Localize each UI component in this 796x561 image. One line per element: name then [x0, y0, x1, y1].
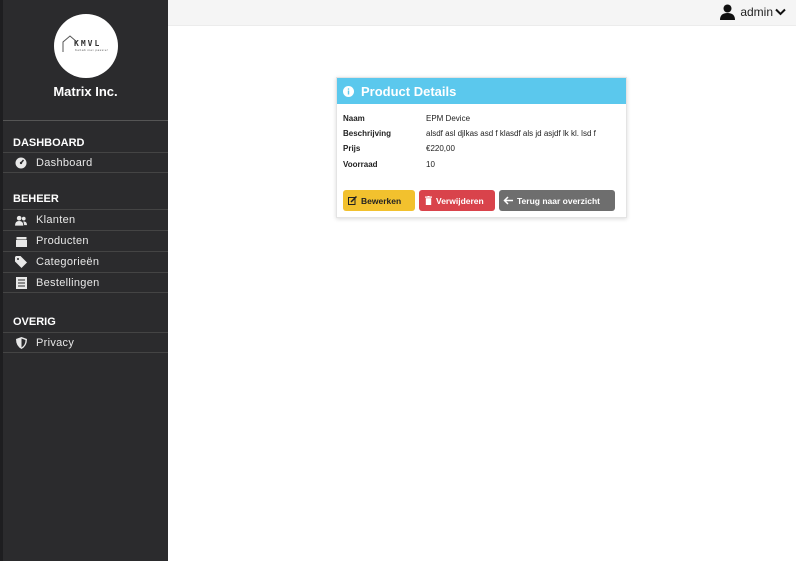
edit-icon: [348, 196, 357, 205]
detail-label: Voorraad: [343, 160, 378, 169]
edit-button-label: Bewerken: [361, 195, 402, 206]
user-menu[interactable]: admin: [720, 4, 786, 20]
back-button-label: Terug naar overzicht: [517, 195, 600, 206]
card-header: Product Details: [337, 78, 626, 104]
sidebar-item-dashboard[interactable]: Dashboard: [3, 152, 168, 173]
users-icon: [15, 214, 27, 226]
detail-label: Naam: [343, 114, 365, 123]
sidebar-item-categorieen[interactable]: Categorieën: [3, 251, 168, 272]
sidebar-item-label: Klanten: [36, 214, 76, 226]
chevron-down-icon: [775, 8, 786, 16]
detail-label: Beschrijving: [343, 129, 392, 138]
edit-button[interactable]: Bewerken: [343, 190, 415, 211]
sidebar-item-producten[interactable]: Producten: [3, 230, 168, 251]
section-title-dashboard: DASHBOARD: [13, 137, 85, 149]
sidebar: KMVL Kebab met passie! Matrix Inc. DASHB…: [0, 0, 168, 561]
delete-button-label: Verwijderen: [436, 195, 484, 206]
username: admin: [740, 5, 773, 19]
logo-subtext: Kebab met passie!: [75, 48, 109, 52]
divider: [3, 120, 168, 121]
detail-value: EPM Device: [426, 114, 471, 123]
trash-icon: [425, 196, 432, 205]
sidebar-item-label: Categorieën: [36, 256, 100, 268]
logo[interactable]: KMVL Kebab met passie!: [54, 14, 118, 78]
delete-button[interactable]: Verwijderen: [419, 190, 495, 211]
sidebar-item-label: Producten: [36, 235, 89, 247]
detail-value: €220,00: [426, 144, 455, 153]
detail-label: Prijs: [343, 144, 361, 153]
logo-text: KMVL: [74, 39, 102, 48]
arrow-left-icon: [503, 196, 513, 205]
brand-name: Matrix Inc.: [53, 84, 118, 99]
shield-icon: [15, 336, 27, 349]
detail-value: 10: [426, 160, 435, 169]
card-title: Product Details: [361, 83, 457, 99]
gauge-icon: [15, 157, 27, 169]
detail-value: alsdf asl djlkas asd f klasdf als jd asj…: [426, 129, 596, 138]
topbar: admin: [168, 0, 796, 26]
sidebar-item-privacy[interactable]: Privacy: [3, 332, 168, 353]
sidebar-item-label: Bestellingen: [36, 276, 100, 289]
list-icon: [15, 276, 27, 289]
tag-icon: [15, 256, 27, 268]
section-title-overig: OVERIG: [13, 316, 56, 328]
sidebar-item-klanten[interactable]: Klanten: [3, 209, 168, 230]
sidebar-item-label: Dashboard: [36, 156, 93, 169]
product-details-card: Product Details Naam EPM Device Beschrij…: [336, 77, 627, 218]
user-icon: [720, 4, 736, 20]
info-icon: [343, 85, 354, 97]
box-icon: [15, 235, 27, 247]
sidebar-item-label: Privacy: [36, 336, 75, 349]
section-title-beheer: BEHEER: [13, 193, 59, 205]
back-to-overview-button[interactable]: Terug naar overzicht: [499, 190, 615, 211]
sidebar-item-bestellingen[interactable]: Bestellingen: [3, 272, 168, 293]
